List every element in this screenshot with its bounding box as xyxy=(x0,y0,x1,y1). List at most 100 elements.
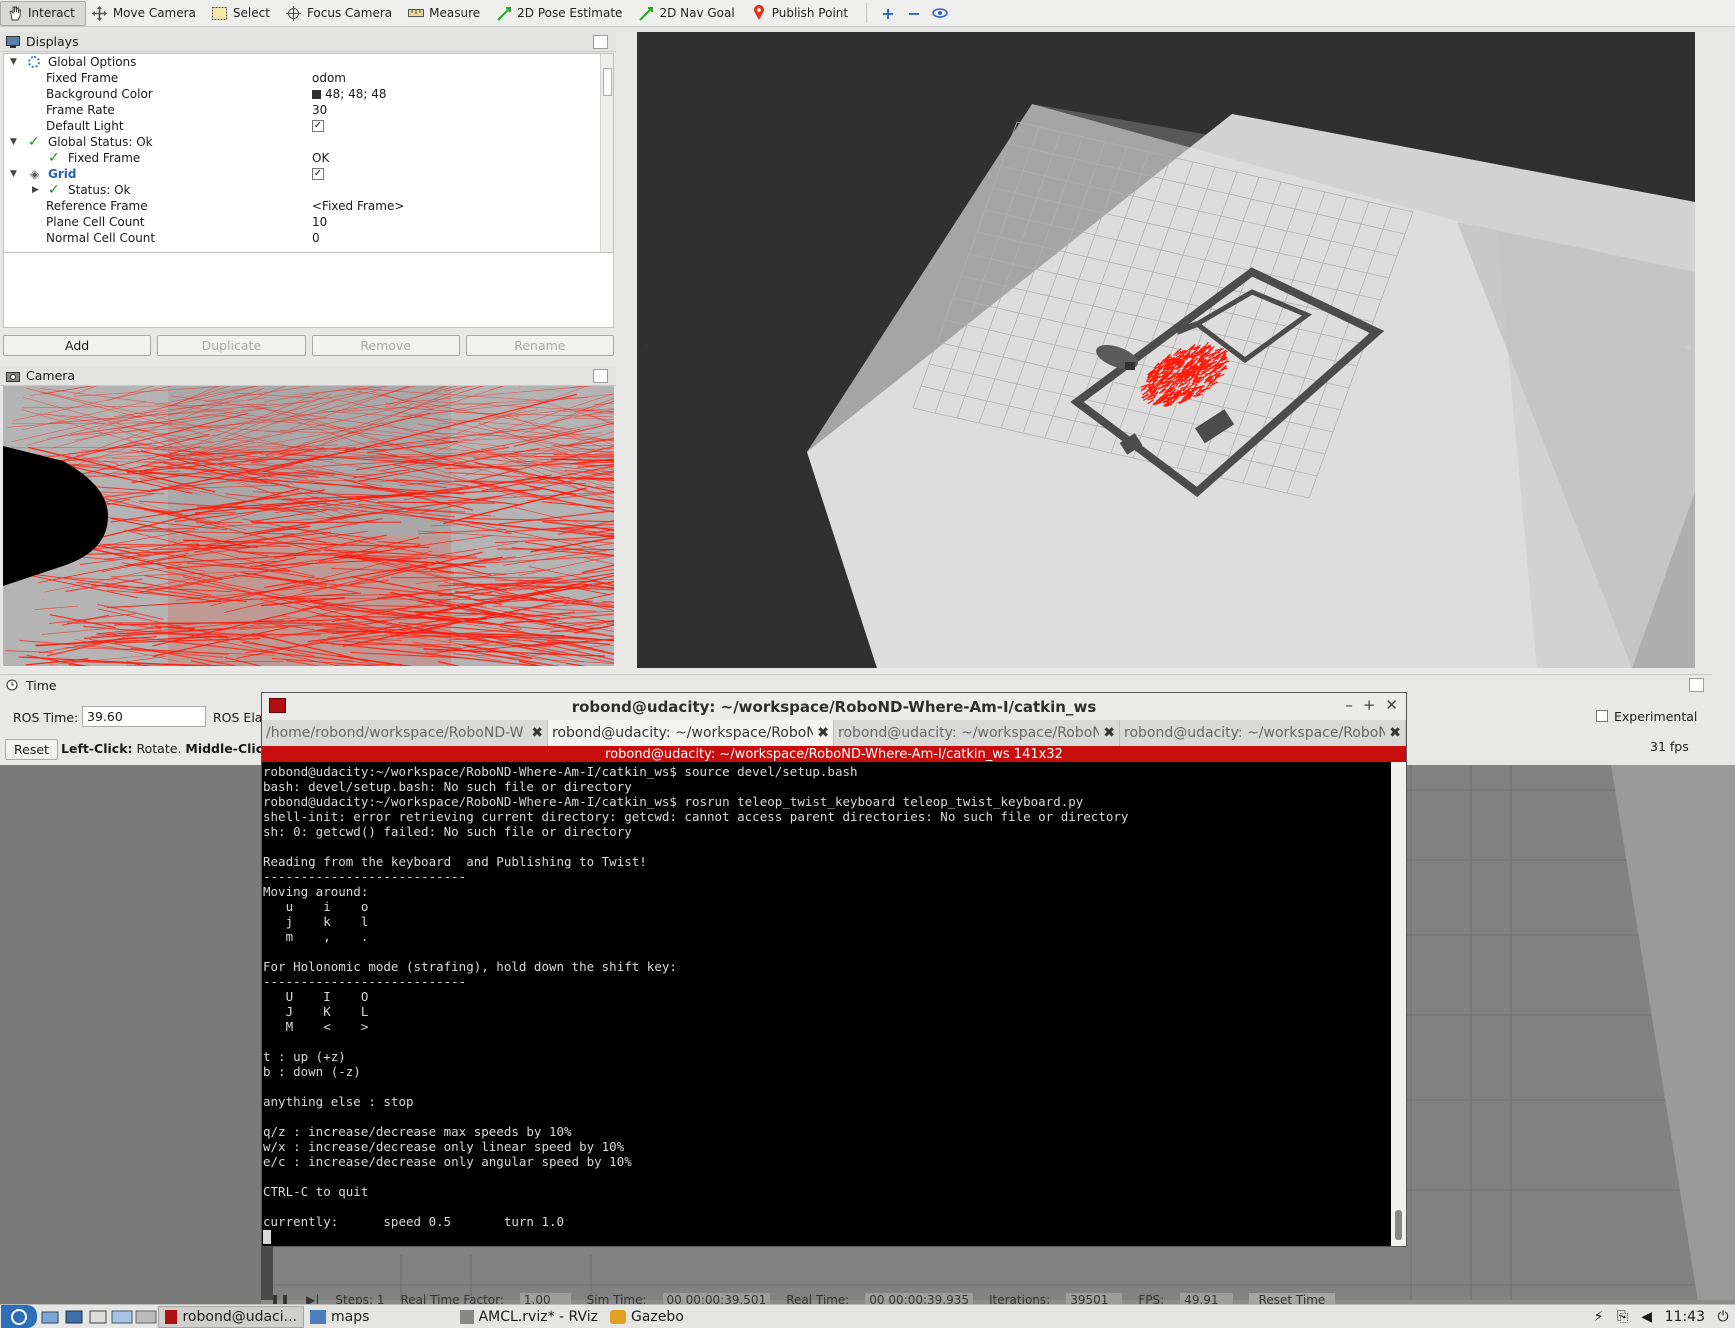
tab-close-icon[interactable]: ✖ xyxy=(531,725,543,741)
terminal-scrollbar-thumb[interactable] xyxy=(1395,1210,1402,1240)
camera-icon xyxy=(6,370,20,382)
tree-row-grid-status[interactable]: ▶ ✓ Status: Ok xyxy=(4,182,613,198)
grid-enabled-checkbox[interactable]: ✓ xyxy=(312,168,324,180)
tool-focus-camera[interactable]: Focus Camera xyxy=(280,1,402,26)
remove-tool-icon[interactable]: − xyxy=(901,1,927,25)
tool-2d-pose-estimate[interactable]: 2D Pose Estimate xyxy=(490,1,632,26)
rename-button[interactable]: Rename xyxy=(465,335,614,356)
tree-row-frame-rate[interactable]: Frame Rate 30 xyxy=(4,102,613,118)
tree-row-reference-frame[interactable]: Reference Frame <Fixed Frame> xyxy=(4,198,613,214)
tree-row-status-fixed-frame[interactable]: ✓ Fixed Frame OK xyxy=(4,150,613,166)
camera-undock-button[interactable] xyxy=(593,369,608,383)
window-controls: – + ✕ xyxy=(1345,696,1398,714)
tool-move-camera[interactable]: Move Camera xyxy=(86,1,206,26)
desktop-1-icon[interactable] xyxy=(111,1307,133,1327)
taskbar-item-label: robond@udaci... xyxy=(182,1308,297,1325)
add-tool-icon[interactable]: + xyxy=(875,1,901,25)
taskbar-rviz[interactable]: AMCL.rviz* - RViz xyxy=(454,1306,604,1328)
monitor-icon xyxy=(6,35,20,48)
time-undock-button[interactable] xyxy=(1689,678,1704,692)
experimental-checkbox[interactable] xyxy=(1596,710,1608,722)
taskbar-maps[interactable]: maps xyxy=(304,1306,454,1328)
tree-value[interactable]: <Fixed Frame> xyxy=(312,199,404,213)
tree-row-normal-cell-count[interactable]: Normal Cell Count 0 xyxy=(4,230,613,246)
file-manager-icon[interactable] xyxy=(39,1307,61,1327)
tree-value[interactable]: 0 xyxy=(312,231,320,245)
desktop-2-icon[interactable] xyxy=(135,1307,157,1327)
reset-button[interactable]: Reset xyxy=(5,739,58,760)
collapse-right-arrow-icon[interactable]: ◀ xyxy=(1684,342,1691,352)
tool-move-camera-label: Move Camera xyxy=(112,6,196,20)
view-eye-icon[interactable] xyxy=(927,1,953,25)
tool-2d-nav-goal[interactable]: 2D Nav Goal xyxy=(632,1,744,26)
tree-value[interactable]: 10 xyxy=(312,215,327,229)
taskbar-item-label: AMCL.rviz* - RViz xyxy=(478,1308,598,1325)
collapse-arrow-icon[interactable]: ▶ xyxy=(32,185,42,195)
terminal-tab-active[interactable]: robond@udacity: ~/workspace/RoboN ✖ xyxy=(548,720,834,746)
status-ok-icon: ✓ xyxy=(28,134,40,150)
collapse-left-arrow-icon[interactable]: ◀ xyxy=(641,342,648,352)
terminal-line: CTRL-C to quit xyxy=(263,1184,369,1199)
tree-value[interactable]: ✓ xyxy=(312,120,324,132)
settings-icon[interactable] xyxy=(63,1307,85,1327)
tree-row-global-options[interactable]: ▼ Global Options xyxy=(4,54,613,70)
maximize-icon[interactable]: + xyxy=(1363,696,1376,714)
terminal-tab[interactable]: /home/robond/workspace/RoboND-W ✖ xyxy=(262,720,548,746)
tree-scrollbar-thumb[interactable] xyxy=(603,68,612,96)
taskbar-gazebo[interactable]: Gazebo xyxy=(604,1306,744,1328)
taskbar-terminal[interactable]: robond@udaci... xyxy=(158,1305,304,1328)
tab-close-icon[interactable]: ✖ xyxy=(1103,725,1115,741)
terminal-titlebar[interactable]: robond@udacity: ~/workspace/RoboND-Where… xyxy=(262,693,1406,720)
tree-row-global-status[interactable]: ▼ ✓ Global Status: Ok xyxy=(4,134,613,150)
tree-row-default-light[interactable]: Default Light ✓ xyxy=(4,118,613,134)
tree-row-fixed-frame[interactable]: Fixed Frame odom xyxy=(4,70,613,86)
tree-value[interactable]: 30 xyxy=(312,103,327,117)
close-icon[interactable]: ✕ xyxy=(1385,696,1398,714)
expand-arrow-icon[interactable]: ▼ xyxy=(10,137,20,147)
camera-title: Camera xyxy=(26,368,76,383)
tree-value[interactable]: 48; 48; 48 xyxy=(312,87,387,101)
terminal-scrollbar[interactable] xyxy=(1391,762,1406,1246)
tree-value[interactable]: odom xyxy=(312,71,346,85)
power-plug-icon[interactable]: ⚡ xyxy=(1588,1307,1610,1327)
terminal-window: robond@udacity: ~/workspace/RoboND-Where… xyxy=(261,692,1407,1247)
duplicate-button[interactable]: Duplicate xyxy=(157,335,306,356)
volume-icon[interactable]: ◀ xyxy=(1636,1307,1658,1327)
displays-title: Displays xyxy=(26,34,79,49)
map-scene xyxy=(637,32,1695,668)
tab-close-icon[interactable]: ✖ xyxy=(1389,725,1401,741)
terminal-output[interactable]: robond@udacity:~/workspace/RoboND-Where-… xyxy=(262,762,1393,1246)
tool-measure-label: Measure xyxy=(429,6,481,20)
expand-arrow-icon[interactable]: ▼ xyxy=(10,57,20,67)
add-button[interactable]: Add xyxy=(3,335,152,356)
power-icon[interactable]: ⏻ xyxy=(1712,1307,1734,1327)
tree-scrollbar[interactable] xyxy=(600,54,613,278)
default-light-checkbox[interactable]: ✓ xyxy=(312,120,324,132)
network-icon[interactable]: ⎘ xyxy=(1612,1307,1634,1327)
tool-select[interactable]: Select xyxy=(206,1,280,26)
terminal-tab[interactable]: robond@udacity: ~/workspace/RoboN ✖ xyxy=(834,720,1120,746)
tree-row-background-color[interactable]: Background Color 48; 48; 48 xyxy=(4,86,613,102)
displays-tree[interactable]: ▼ Global Options Fixed Frame odom Backgr… xyxy=(3,53,614,279)
tab-close-icon[interactable]: ✖ xyxy=(817,725,829,741)
terminal-launcher-icon[interactable] xyxy=(87,1307,109,1327)
displays-undock-button[interactable] xyxy=(593,35,608,49)
tree-label: Frame Rate xyxy=(46,103,115,117)
tool-interact[interactable]: Interact xyxy=(0,0,86,26)
color-swatch xyxy=(312,89,321,99)
ros-time-field[interactable]: 39.60 xyxy=(82,706,206,727)
tree-row-grid[interactable]: ▼ ◈ Grid ✓ xyxy=(4,166,613,182)
terminal-tab[interactable]: robond@udacity: ~/workspace/RoboN ✖ xyxy=(1120,720,1406,746)
minimize-icon[interactable]: – xyxy=(1345,696,1353,714)
remove-button[interactable]: Remove xyxy=(311,335,460,356)
displays-panel: Displays ▼ Global Options Fixed Frame od… xyxy=(0,32,616,364)
tool-publish-point[interactable]: Publish Point xyxy=(745,1,858,26)
tree-row-plane-cell-count[interactable]: Plane Cell Count 10 xyxy=(4,214,613,230)
expand-arrow-icon[interactable]: ▼ xyxy=(10,169,20,179)
tree-value[interactable]: ✓ xyxy=(312,168,324,180)
tool-measure[interactable]: Measure xyxy=(402,1,490,26)
camera-image[interactable] xyxy=(3,386,614,666)
gear-icon xyxy=(28,56,40,68)
start-menu-icon[interactable] xyxy=(1,1305,37,1328)
rviz-3d-view[interactable]: ◀ ◀ xyxy=(637,32,1695,668)
